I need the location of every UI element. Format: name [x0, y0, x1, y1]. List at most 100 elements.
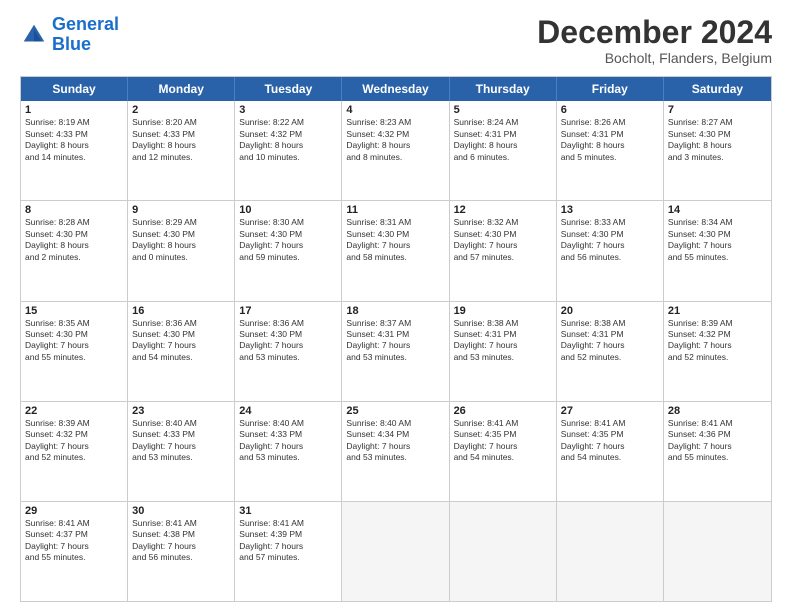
- header-day-friday: Friday: [557, 77, 664, 101]
- cell-line: Sunrise: 8:41 AM: [132, 518, 230, 529]
- cell-line: Sunset: 4:30 PM: [668, 229, 767, 240]
- cell-line: and 5 minutes.: [561, 152, 659, 163]
- cell-line: and 10 minutes.: [239, 152, 337, 163]
- calendar-row-4: 22Sunrise: 8:39 AMSunset: 4:32 PMDayligh…: [21, 401, 771, 501]
- header-day-saturday: Saturday: [664, 77, 771, 101]
- cell-line: Daylight: 7 hours: [561, 240, 659, 251]
- cell-line: Daylight: 7 hours: [25, 441, 123, 452]
- cell-line: Sunrise: 8:41 AM: [454, 418, 552, 429]
- cell-line: Sunset: 4:31 PM: [561, 329, 659, 340]
- day-cell-20: 20Sunrise: 8:38 AMSunset: 4:31 PMDayligh…: [557, 302, 664, 401]
- title-block: December 2024 Bocholt, Flanders, Belgium: [537, 15, 772, 66]
- cell-line: Sunset: 4:32 PM: [239, 129, 337, 140]
- day-number: 3: [239, 104, 337, 116]
- day-cell-1: 1Sunrise: 8:19 AMSunset: 4:33 PMDaylight…: [21, 101, 128, 200]
- cell-line: and 12 minutes.: [132, 152, 230, 163]
- cell-line: Sunset: 4:30 PM: [454, 229, 552, 240]
- logo-icon: [20, 21, 48, 49]
- cell-line: Sunrise: 8:30 AM: [239, 217, 337, 228]
- day-number: 10: [239, 204, 337, 216]
- day-cell-21: 21Sunrise: 8:39 AMSunset: 4:32 PMDayligh…: [664, 302, 771, 401]
- cell-line: Sunset: 4:39 PM: [239, 529, 337, 540]
- cell-line: and 52 minutes.: [668, 352, 767, 363]
- cell-line: and 53 minutes.: [346, 352, 444, 363]
- cell-line: and 55 minutes.: [25, 552, 123, 563]
- day-number: 25: [346, 405, 444, 417]
- cell-line: Daylight: 7 hours: [346, 340, 444, 351]
- header-day-monday: Monday: [128, 77, 235, 101]
- day-number: 29: [25, 505, 123, 517]
- empty-cell: [557, 502, 664, 601]
- cell-line: Daylight: 7 hours: [561, 340, 659, 351]
- cell-line: Sunrise: 8:41 AM: [668, 418, 767, 429]
- day-number: 17: [239, 305, 337, 317]
- cell-line: Daylight: 7 hours: [668, 441, 767, 452]
- day-number: 4: [346, 104, 444, 116]
- day-number: 15: [25, 305, 123, 317]
- day-number: 11: [346, 204, 444, 216]
- cell-line: and 55 minutes.: [668, 452, 767, 463]
- header-day-thursday: Thursday: [450, 77, 557, 101]
- cell-line: Sunset: 4:30 PM: [132, 329, 230, 340]
- page: General Blue December 2024 Bocholt, Flan…: [0, 0, 792, 612]
- cell-line: Sunrise: 8:41 AM: [25, 518, 123, 529]
- cell-line: Sunrise: 8:37 AM: [346, 318, 444, 329]
- day-number: 22: [25, 405, 123, 417]
- day-cell-5: 5Sunrise: 8:24 AMSunset: 4:31 PMDaylight…: [450, 101, 557, 200]
- cell-line: Daylight: 8 hours: [132, 140, 230, 151]
- cell-line: Daylight: 8 hours: [239, 140, 337, 151]
- cell-line: Daylight: 7 hours: [668, 240, 767, 251]
- cell-line: Daylight: 7 hours: [454, 340, 552, 351]
- cell-line: Sunrise: 8:33 AM: [561, 217, 659, 228]
- day-number: 12: [454, 204, 552, 216]
- day-number: 5: [454, 104, 552, 116]
- cell-line: Sunset: 4:30 PM: [132, 229, 230, 240]
- cell-line: Sunset: 4:33 PM: [132, 129, 230, 140]
- cell-line: and 8 minutes.: [346, 152, 444, 163]
- day-cell-19: 19Sunrise: 8:38 AMSunset: 4:31 PMDayligh…: [450, 302, 557, 401]
- day-cell-24: 24Sunrise: 8:40 AMSunset: 4:33 PMDayligh…: [235, 402, 342, 501]
- cell-line: Sunrise: 8:36 AM: [239, 318, 337, 329]
- cell-line: Sunrise: 8:39 AM: [25, 418, 123, 429]
- day-cell-22: 22Sunrise: 8:39 AMSunset: 4:32 PMDayligh…: [21, 402, 128, 501]
- day-cell-15: 15Sunrise: 8:35 AMSunset: 4:30 PMDayligh…: [21, 302, 128, 401]
- header-day-wednesday: Wednesday: [342, 77, 449, 101]
- cell-line: Sunset: 4:32 PM: [668, 329, 767, 340]
- cell-line: Sunset: 4:33 PM: [132, 429, 230, 440]
- cell-line: Daylight: 7 hours: [239, 240, 337, 251]
- cell-line: Daylight: 8 hours: [25, 240, 123, 251]
- day-cell-18: 18Sunrise: 8:37 AMSunset: 4:31 PMDayligh…: [342, 302, 449, 401]
- cell-line: Sunrise: 8:41 AM: [239, 518, 337, 529]
- cell-line: and 57 minutes.: [239, 552, 337, 563]
- day-cell-26: 26Sunrise: 8:41 AMSunset: 4:35 PMDayligh…: [450, 402, 557, 501]
- calendar-row-2: 8Sunrise: 8:28 AMSunset: 4:30 PMDaylight…: [21, 200, 771, 300]
- header-day-tuesday: Tuesday: [235, 77, 342, 101]
- cell-line: Sunrise: 8:38 AM: [454, 318, 552, 329]
- cell-line: Daylight: 7 hours: [454, 240, 552, 251]
- day-number: 30: [132, 505, 230, 517]
- calendar: SundayMondayTuesdayWednesdayThursdayFrid…: [20, 76, 772, 602]
- day-cell-7: 7Sunrise: 8:27 AMSunset: 4:30 PMDaylight…: [664, 101, 771, 200]
- cell-line: and 56 minutes.: [561, 252, 659, 263]
- cell-line: Sunrise: 8:40 AM: [346, 418, 444, 429]
- cell-line: Sunrise: 8:23 AM: [346, 117, 444, 128]
- cell-line: Sunrise: 8:24 AM: [454, 117, 552, 128]
- cell-line: Sunset: 4:31 PM: [346, 329, 444, 340]
- cell-line: Sunset: 4:37 PM: [25, 529, 123, 540]
- cell-line: and 14 minutes.: [25, 152, 123, 163]
- day-number: 23: [132, 405, 230, 417]
- cell-line: and 56 minutes.: [132, 552, 230, 563]
- cell-line: Sunset: 4:32 PM: [346, 129, 444, 140]
- day-number: 21: [668, 305, 767, 317]
- empty-cell: [342, 502, 449, 601]
- cell-line: Sunrise: 8:27 AM: [668, 117, 767, 128]
- month-title: December 2024: [537, 15, 772, 50]
- cell-line: Sunset: 4:30 PM: [668, 129, 767, 140]
- cell-line: and 53 minutes.: [454, 352, 552, 363]
- cell-line: and 2 minutes.: [25, 252, 123, 263]
- day-number: 27: [561, 405, 659, 417]
- cell-line: Sunset: 4:31 PM: [561, 129, 659, 140]
- day-cell-28: 28Sunrise: 8:41 AMSunset: 4:36 PMDayligh…: [664, 402, 771, 501]
- cell-line: Sunset: 4:36 PM: [668, 429, 767, 440]
- cell-line: Sunrise: 8:28 AM: [25, 217, 123, 228]
